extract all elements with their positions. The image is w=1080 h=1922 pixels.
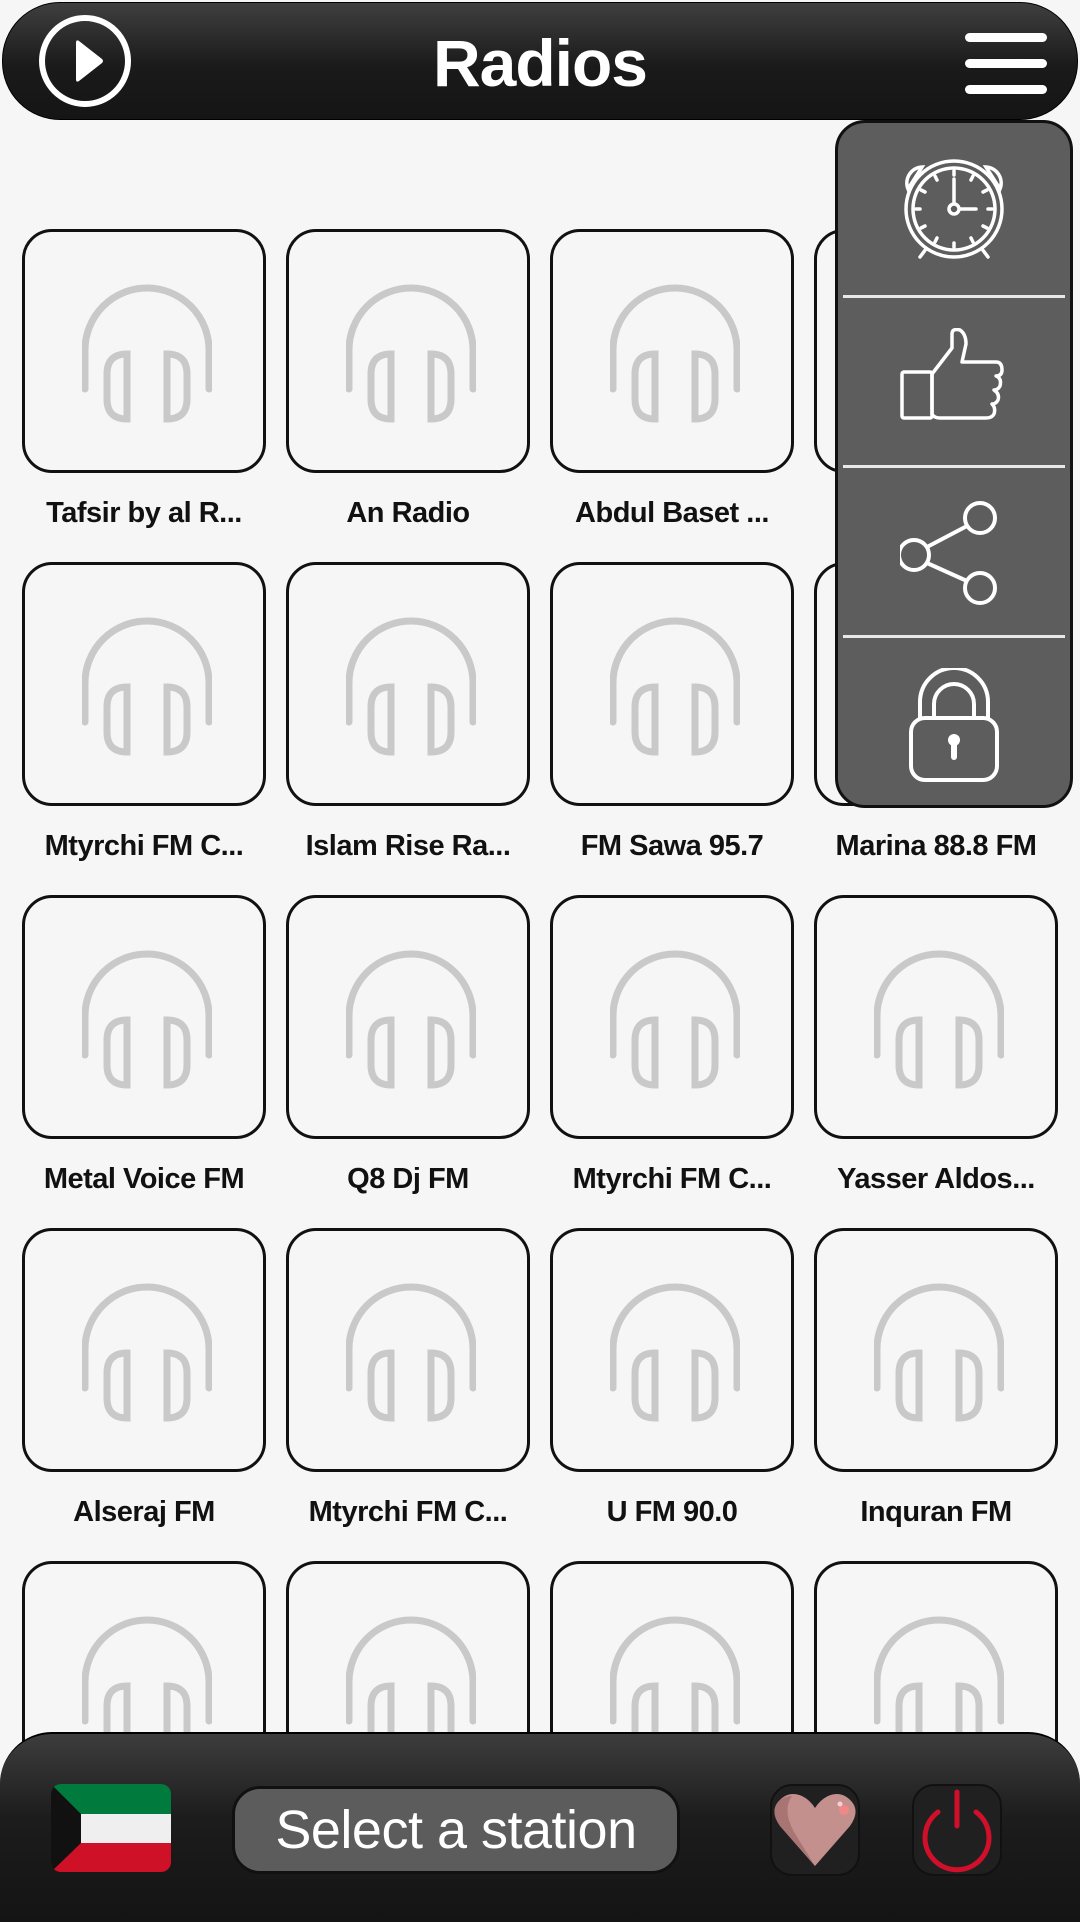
station-tile[interactable] (22, 895, 266, 1139)
favorite-button[interactable] (770, 1784, 860, 1876)
headphones-icon (346, 950, 476, 1089)
share-menu-item[interactable] (838, 468, 1070, 636)
page-title: Radios (432, 26, 648, 100)
player-bar: Select a station (0, 1732, 1080, 1922)
station-name: FM Sawa 95.7 (580, 830, 764, 862)
headphones-icon (610, 1283, 740, 1422)
headphones-icon (82, 284, 212, 423)
station-name: Inquran FM (860, 1496, 1012, 1528)
top-bar: Radios (0, 0, 1080, 122)
headphones-icon (874, 1283, 1004, 1422)
station-name: Islam Rise Ra... (305, 830, 511, 862)
hamburger-line (965, 85, 1047, 94)
alarm-menu-item[interactable] (838, 123, 1070, 291)
station-name: Mtyrchi FM C... (572, 1163, 772, 1195)
station-name: Marina 88.8 FM (835, 830, 1037, 862)
power-button[interactable] (912, 1784, 1002, 1876)
rate-menu-item[interactable] (838, 298, 1070, 466)
menu-button[interactable] (965, 33, 1047, 95)
top-bar-background: Radios (2, 2, 1078, 120)
station-tile[interactable] (22, 1228, 266, 1472)
station-tile[interactable] (286, 229, 530, 473)
station-name: Mtyrchi FM C... (44, 830, 244, 862)
headphones-icon (82, 950, 212, 1089)
headphones-icon (346, 284, 476, 423)
station-name: Q8 Dj FM (347, 1163, 469, 1195)
headphones-icon (82, 1283, 212, 1422)
headphones-icon (610, 284, 740, 423)
station-name: An Radio (346, 497, 470, 529)
headphones-icon (82, 617, 212, 756)
station-tile[interactable] (814, 895, 1058, 1139)
share-icon (900, 501, 997, 605)
station-tile[interactable] (22, 562, 266, 806)
station-tile[interactable] (286, 562, 530, 806)
station-tile[interactable] (286, 895, 530, 1139)
station-name: Metal Voice FM (43, 1163, 245, 1195)
station-tile[interactable] (286, 1228, 530, 1472)
power-icon (922, 1789, 992, 1873)
station-tile[interactable] (550, 229, 794, 473)
hamburger-menu-icon (965, 33, 1047, 42)
alarm-clock-icon (904, 159, 1004, 259)
station-tile[interactable] (814, 1228, 1058, 1472)
station-tile[interactable] (550, 562, 794, 806)
headphones-icon (346, 1283, 476, 1422)
station-tile[interactable] (550, 1228, 794, 1472)
hamburger-line (965, 59, 1047, 68)
headphones-icon (346, 617, 476, 756)
privacy-menu-item[interactable] (838, 638, 1070, 805)
station-tile[interactable] (22, 229, 266, 473)
headphones-icon (874, 950, 1004, 1089)
current-station-display[interactable]: Select a station (232, 1786, 680, 1874)
station-name: Mtyrchi FM C... (308, 1496, 508, 1528)
station-name: Abdul Baset ... (575, 497, 769, 529)
side-menu (835, 120, 1073, 808)
heart-icon (774, 1794, 856, 1866)
station-name: Tafsir by al R... (46, 497, 242, 529)
station-tile[interactable] (550, 895, 794, 1139)
station-name: Yasser Aldos... (837, 1163, 1035, 1195)
station-name: U FM 90.0 (606, 1496, 738, 1528)
headphones-icon (610, 617, 740, 756)
country-flag-button[interactable] (51, 1784, 171, 1872)
headphones-icon (610, 950, 740, 1089)
lock-icon (909, 668, 999, 782)
kuwait-flag-icon (51, 1784, 171, 1872)
thumbs-up-icon (900, 328, 1004, 420)
station-name: Alseraj FM (73, 1496, 215, 1528)
